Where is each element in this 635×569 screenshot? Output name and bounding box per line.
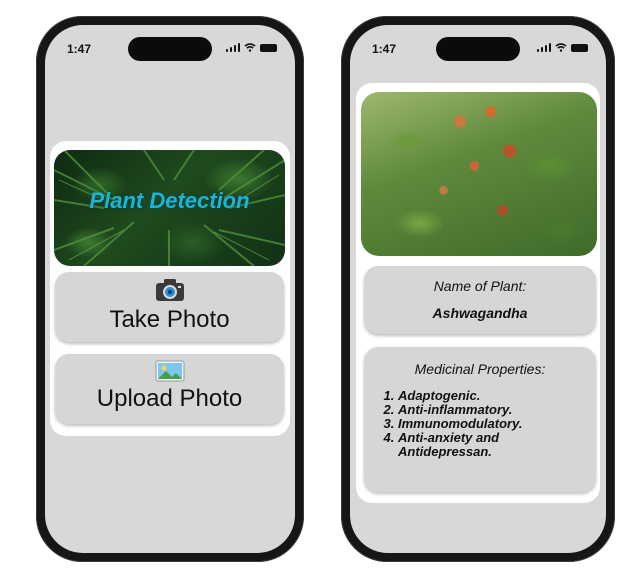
status-icons [225,43,277,52]
dynamic-island [436,37,520,61]
plant-name-panel: Name of Plant: Ashwagandha [364,266,596,334]
properties-list: Adaptogenic. Anti-inflammatory. Immunomo… [364,389,596,459]
plant-name-heading: Name of Plant: [433,278,527,294]
picture-icon [155,360,184,382]
status-icons [536,43,588,52]
status-time: 1:47 [67,42,92,56]
take-photo-label: Take Photo [109,306,230,333]
status-bar: 1:47 [45,25,295,69]
take-photo-button[interactable]: Take Photo [55,272,284,342]
main-card: Plant Detection Take Photo Upload Photo [50,141,290,436]
plant-detection-banner: Plant Detection [54,150,285,266]
properties-heading: Medicinal Properties: [414,361,546,377]
plant-photo [361,92,597,256]
left-phone: 1:47 Plant Detection Take Photo Upload P… [36,16,304,562]
upload-photo-label: Upload Photo [96,385,243,412]
battery-icon [571,43,588,52]
list-item: Anti-inflammatory. [398,403,596,417]
status-bar: 1:47 [350,25,606,69]
camera-icon [155,279,184,301]
medicinal-properties-panel: Medicinal Properties: Adaptogenic. Anti-… [364,347,596,492]
dynamic-island [128,37,212,61]
list-item: Adaptogenic. [398,389,596,403]
status-time: 1:47 [372,42,397,56]
signal-icon [536,43,551,52]
signal-icon [225,43,240,52]
right-phone: 1:47 Name of Plant: Ashwagandha Medicina… [341,16,615,562]
banner-title: Plant Detection [89,188,250,213]
plant-name-value: Ashwagandha [432,305,528,321]
wifi-icon [555,43,567,52]
list-item: Immunomodulatory. [398,417,596,431]
list-item: Anti-anxiety and Antidepressan. [398,431,596,459]
battery-icon [260,43,277,52]
upload-photo-button[interactable]: Upload Photo [55,354,284,424]
result-card: Name of Plant: Ashwagandha Medicinal Pro… [356,83,600,503]
right-phone-screen: 1:47 Name of Plant: Ashwagandha Medicina… [350,25,606,553]
wifi-icon [244,43,256,52]
left-phone-screen: 1:47 Plant Detection Take Photo Upload P… [45,25,295,553]
